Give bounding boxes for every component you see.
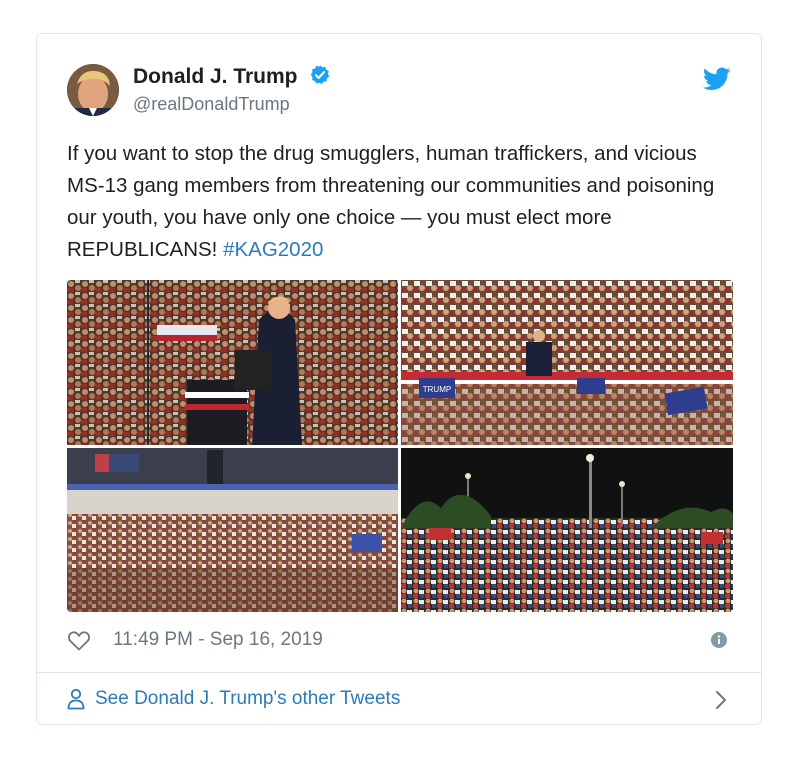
chevron-right-icon[interactable] xyxy=(715,690,727,710)
media-photo-1[interactable] xyxy=(67,280,398,445)
tweet-meta: 11:49 PM - Sep 16, 2019 xyxy=(67,628,323,652)
media-photo-3[interactable] xyxy=(67,448,398,612)
see-other-tweets-link[interactable]: See Donald J. Trump's other Tweets xyxy=(67,686,400,712)
heart-icon[interactable] xyxy=(67,629,91,651)
embedded-tweet-card: Donald J. Trump @realDonaldTrump If you … xyxy=(36,33,762,725)
see-other-tweets-label[interactable]: See Donald J. Trump's other Tweets xyxy=(95,688,400,710)
footer-divider xyxy=(37,672,761,673)
verified-badge-icon xyxy=(311,65,330,84)
info-icon[interactable] xyxy=(711,632,727,648)
author-handle[interactable]: @realDonaldTrump xyxy=(133,94,290,115)
avatar[interactable] xyxy=(67,64,119,116)
avatar-image xyxy=(67,64,119,116)
twitter-bird-icon[interactable] xyxy=(703,67,731,91)
media-photo-2[interactable]: TRUMP xyxy=(401,280,733,445)
author-name[interactable]: Donald J. Trump xyxy=(133,65,298,88)
rally-sign-text: TRUMP xyxy=(423,385,451,394)
media-grid[interactable]: TRUMP xyxy=(67,280,733,612)
author-name-row[interactable]: Donald J. Trump xyxy=(133,64,331,89)
tweet-timestamp[interactable]: 11:49 PM - Sep 16, 2019 xyxy=(113,629,323,651)
tweet-text: If you want to stop the drug smugglers, … xyxy=(67,138,737,266)
person-icon xyxy=(67,688,85,710)
tweet-body: If you want to stop the drug smugglers, … xyxy=(67,142,715,261)
media-photo-4[interactable] xyxy=(401,448,733,612)
hashtag-link[interactable]: #KAG2020 xyxy=(223,238,323,261)
